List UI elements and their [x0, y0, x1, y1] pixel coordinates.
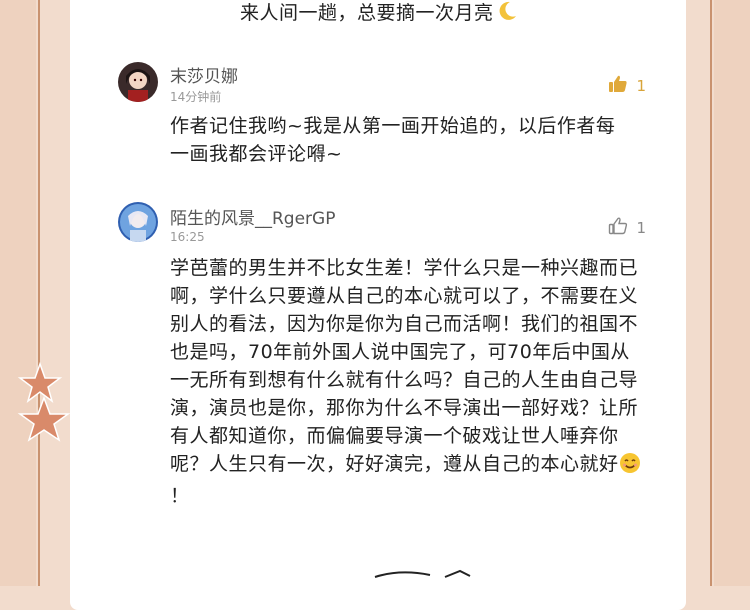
- comment-card: 来人间一趟，总要摘一次月亮 末莎贝娜 14分钟前 1 作者记住我哟~我是从第一画…: [70, 0, 686, 610]
- avatar[interactable]: [118, 62, 158, 102]
- smile-emoji-icon: [619, 452, 641, 482]
- previous-comment-text: 来人间一趟，总要摘一次月亮: [240, 0, 518, 27]
- timestamp: 16:25: [170, 230, 205, 244]
- moon-emoji-icon: [496, 0, 518, 27]
- left-frame-line: [38, 0, 40, 586]
- like-count: 1: [636, 77, 646, 95]
- comment-text: 作者记住我哟~我是从第一画开始追的，以后作者每一画我都会评论嘚~: [170, 115, 616, 165]
- comment-text-body: 学芭蕾的男生并不比女生差！学什么只是一种兴趣而已啊，学什么只要遵从自己的本心就可…: [170, 257, 639, 475]
- right-frame-line: [710, 0, 712, 586]
- username[interactable]: 陌生的风景__RgerGP: [170, 204, 335, 229]
- like-button[interactable]: 1: [608, 74, 646, 98]
- avatar[interactable]: [118, 202, 158, 242]
- left-border-decoration: [0, 0, 36, 586]
- right-border-decoration: [714, 0, 750, 586]
- thumbs-up-outline-icon: [608, 216, 628, 240]
- username[interactable]: 末莎贝娜: [170, 62, 238, 87]
- bottom-decoration: [370, 564, 510, 578]
- timestamp: 14分钟前: [170, 90, 222, 104]
- comment-text: 学芭蕾的男生并不比女生差！学什么只是一种兴趣而已啊，学什么只要遵从自己的本心就可…: [170, 254, 645, 510]
- like-button[interactable]: 1: [608, 216, 646, 240]
- previous-comment-line: 来人间一趟，总要摘一次月亮: [240, 2, 494, 24]
- star-decoration-icon: [14, 361, 71, 456]
- like-count: 1: [636, 219, 646, 237]
- comment-text-end: ！: [170, 485, 190, 507]
- thumbs-up-filled-icon: [608, 74, 628, 98]
